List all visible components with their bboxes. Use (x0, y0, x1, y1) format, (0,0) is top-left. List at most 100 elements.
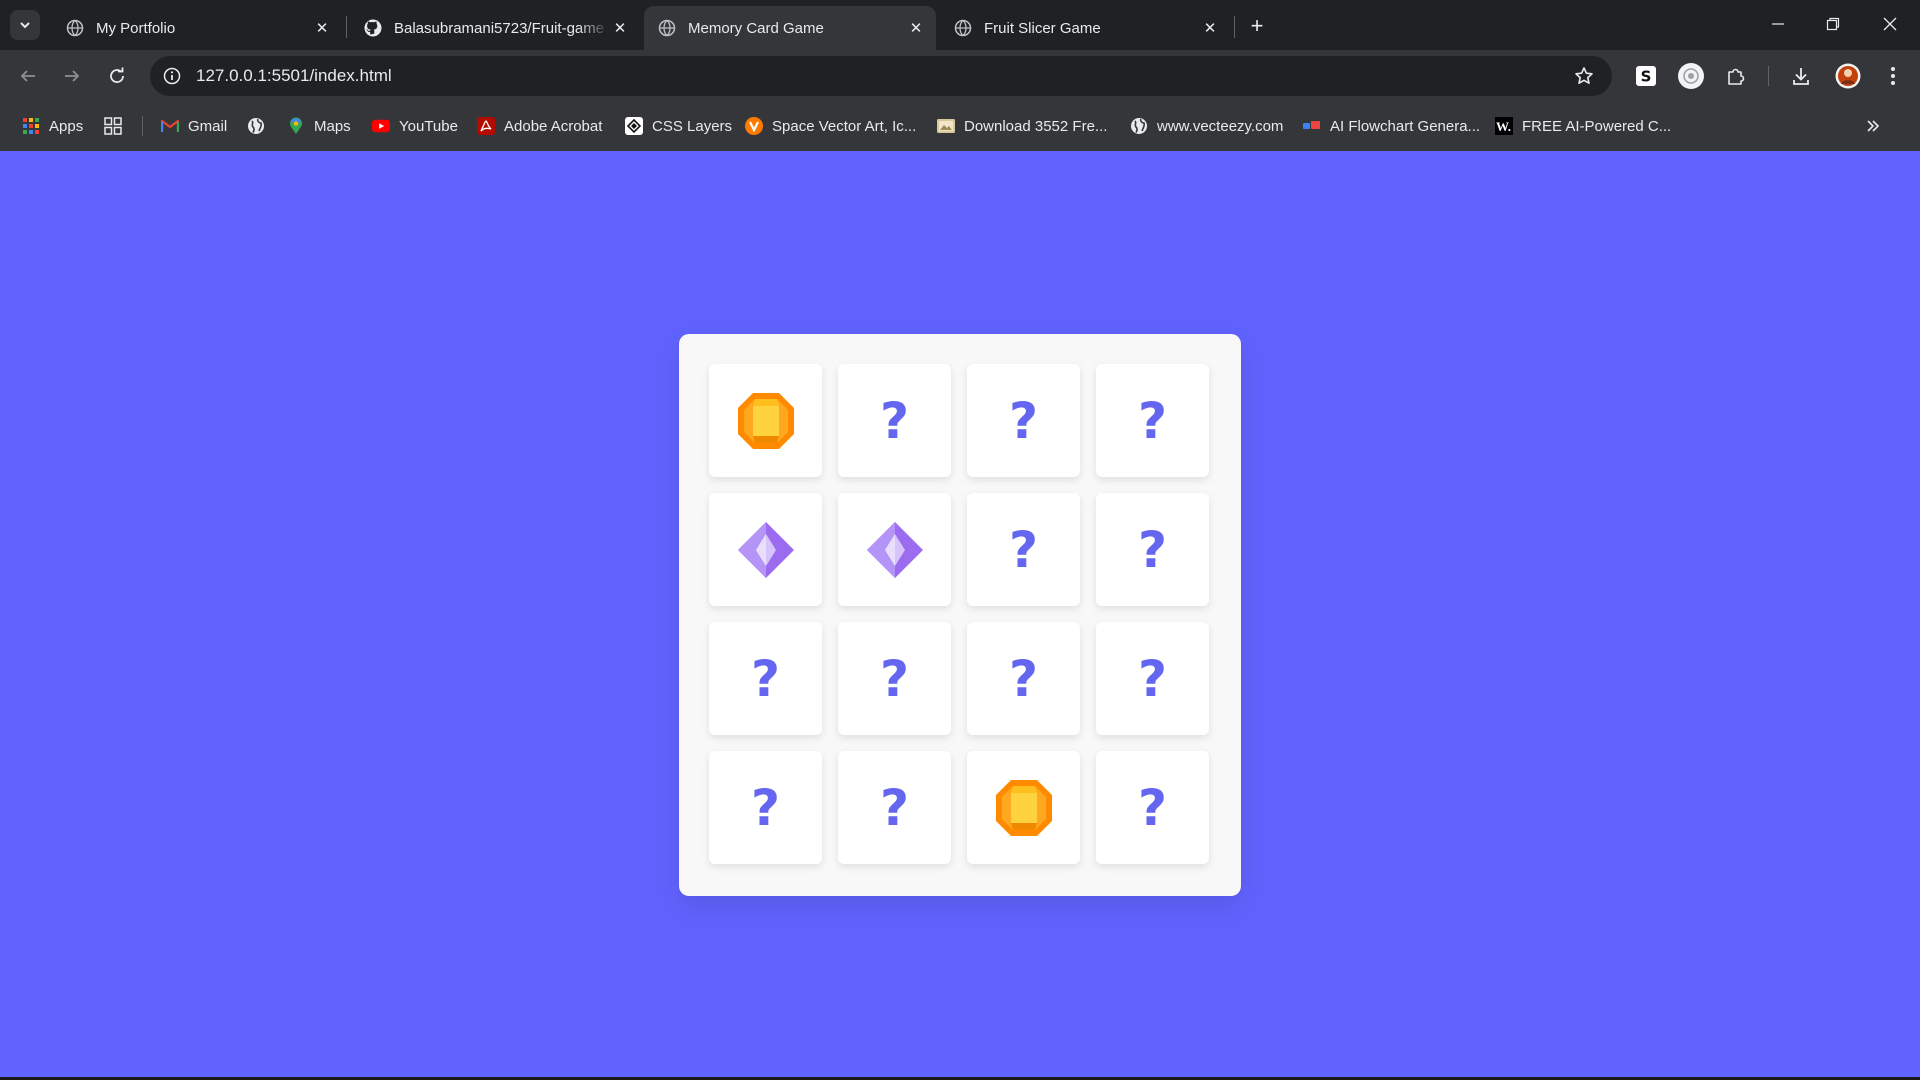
bookmark-label: Gmail (188, 117, 228, 135)
bookmarks-overflow-button[interactable] (1864, 114, 1891, 138)
bookmark-space-vector-art[interactable]: Space Vector Art, Ic... (745, 114, 916, 138)
profile-avatar[interactable] (1833, 61, 1863, 91)
bookmark-label: Apps (49, 117, 84, 135)
purple-gem-icon (864, 519, 926, 581)
tab-memory-card-game[interactable]: Memory Card Game ✕ (644, 6, 936, 50)
card-revealed[interactable] (709, 493, 822, 606)
chevron-down-icon (20, 22, 30, 29)
close-icon[interactable]: ✕ (312, 18, 332, 38)
memory-game-board: ???????????? (679, 334, 1241, 896)
youtube-icon (372, 117, 390, 135)
bookmark-vecteezy[interactable]: www.vecteezy.com (1130, 114, 1283, 138)
tab-fruit-slicer-game[interactable]: Fruit Slicer Game ✕ (940, 6, 1230, 50)
question-mark-icon: ? (879, 391, 909, 450)
card-hidden[interactable]: ? (838, 364, 951, 477)
card-hidden[interactable]: ? (1096, 493, 1209, 606)
question-mark-icon: ? (1008, 391, 1038, 450)
flowchart-icon (1303, 117, 1321, 135)
back-button[interactable] (11, 59, 45, 93)
browser-toolbar: 127.0.0.1:5501/index.html S (0, 50, 1920, 101)
w-icon: W. (1495, 117, 1513, 135)
card-hidden[interactable]: ? (967, 364, 1080, 477)
bookmark-maps[interactable]: Maps (287, 114, 351, 138)
tab-github-fruit-game[interactable]: Balasubramani5723/Fruit-game ✕ (350, 6, 640, 50)
bookmark-star-icon[interactable] (1572, 64, 1596, 88)
card-hidden[interactable]: ? (838, 751, 951, 864)
url-text[interactable]: 127.0.0.1:5501/index.html (196, 66, 392, 86)
bookmark-download-3552[interactable]: Download 3552 Fre... (937, 114, 1107, 138)
card-revealed[interactable] (709, 364, 822, 477)
close-icon[interactable]: ✕ (906, 18, 926, 38)
arrow-right-icon (65, 70, 80, 82)
close-window-button[interactable] (1870, 8, 1910, 40)
card-hidden[interactable]: ? (709, 622, 822, 735)
page-viewport: ???????????? (0, 151, 1920, 1080)
orange-gem-icon (993, 777, 1055, 839)
more-menu-icon[interactable] (1878, 61, 1908, 91)
card-hidden[interactable]: ? (709, 751, 822, 864)
bookmark-label: Download 3552 Fre... (964, 117, 1108, 135)
maps-pin-icon (287, 117, 305, 135)
bookmark-free-ai-powered[interactable]: W. FREE AI-Powered C... (1495, 114, 1671, 138)
new-tab-button[interactable]: + (1243, 12, 1271, 40)
bookmark-label: Maps (314, 117, 351, 135)
bookmark-adobe-acrobat[interactable]: Adobe Acrobat (477, 114, 602, 138)
minimize-button[interactable] (1758, 8, 1798, 40)
restore-button[interactable] (1813, 8, 1853, 40)
question-mark-icon: ? (1137, 778, 1167, 837)
question-mark-icon: ? (750, 778, 780, 837)
close-icon[interactable]: ✕ (610, 18, 630, 38)
close-icon (1883, 17, 1897, 31)
question-mark-icon: ? (1008, 649, 1038, 708)
bookmark-gmail[interactable]: Gmail (161, 114, 227, 138)
tab-groups-icon (104, 117, 122, 135)
bookmark-globe[interactable] (247, 114, 274, 138)
site-info-icon[interactable] (160, 64, 184, 88)
question-mark-icon: ? (1137, 649, 1167, 708)
card-hidden[interactable]: ? (1096, 364, 1209, 477)
tab-title: Memory Card Game (688, 19, 824, 37)
question-mark-icon: ? (1137, 520, 1167, 579)
globe-icon (1130, 117, 1148, 135)
apps-grid-icon (22, 117, 40, 135)
bookmark-tab-groups[interactable] (104, 114, 131, 138)
close-icon[interactable]: ✕ (1200, 18, 1220, 38)
acrobat-icon (477, 117, 495, 135)
globe-icon (658, 19, 676, 37)
s-extension-icon[interactable]: S (1631, 61, 1661, 91)
card-revealed[interactable] (967, 751, 1080, 864)
bookmark-apps[interactable]: Apps (22, 114, 83, 138)
card-revealed[interactable] (838, 493, 951, 606)
question-mark-icon: ? (750, 649, 780, 708)
bookmark-label: FREE AI-Powered C... (1522, 117, 1672, 135)
globe-icon (954, 19, 972, 37)
forward-button[interactable] (55, 59, 89, 93)
github-icon (364, 19, 382, 37)
extension-circle-icon[interactable] (1676, 61, 1706, 91)
orange-gem-icon (735, 390, 797, 452)
chevron-double-right-icon (1864, 117, 1882, 135)
tab-search-button[interactable] (10, 10, 40, 40)
bookmark-label: YouTube (399, 117, 458, 135)
tab-divider (1234, 16, 1235, 38)
tab-divider (346, 16, 347, 38)
svg-text:W.: W. (1496, 119, 1511, 134)
download-icon[interactable] (1786, 61, 1816, 91)
card-hidden[interactable]: ? (1096, 622, 1209, 735)
css-layers-icon (625, 117, 643, 135)
card-hidden[interactable]: ? (967, 493, 1080, 606)
question-mark-icon: ? (1137, 391, 1167, 450)
card-hidden[interactable]: ? (1096, 751, 1209, 864)
card-hidden[interactable]: ? (838, 622, 951, 735)
extensions-puzzle-icon[interactable] (1721, 61, 1751, 91)
bookmark-label: www.vecteezy.com (1157, 117, 1284, 135)
card-hidden[interactable]: ? (967, 622, 1080, 735)
arrow-left-icon (20, 70, 35, 82)
bookmark-youtube[interactable]: YouTube (372, 114, 458, 138)
bookmark-ai-flowchart[interactable]: AI Flowchart Genera... (1303, 114, 1480, 138)
purple-gem-icon (735, 519, 797, 581)
address-bar[interactable]: 127.0.0.1:5501/index.html (150, 56, 1612, 96)
tab-my-portfolio[interactable]: My Portfolio ✕ (52, 6, 342, 50)
reload-button[interactable] (100, 59, 134, 93)
bookmark-css-layers[interactable]: CSS Layers (625, 114, 732, 138)
